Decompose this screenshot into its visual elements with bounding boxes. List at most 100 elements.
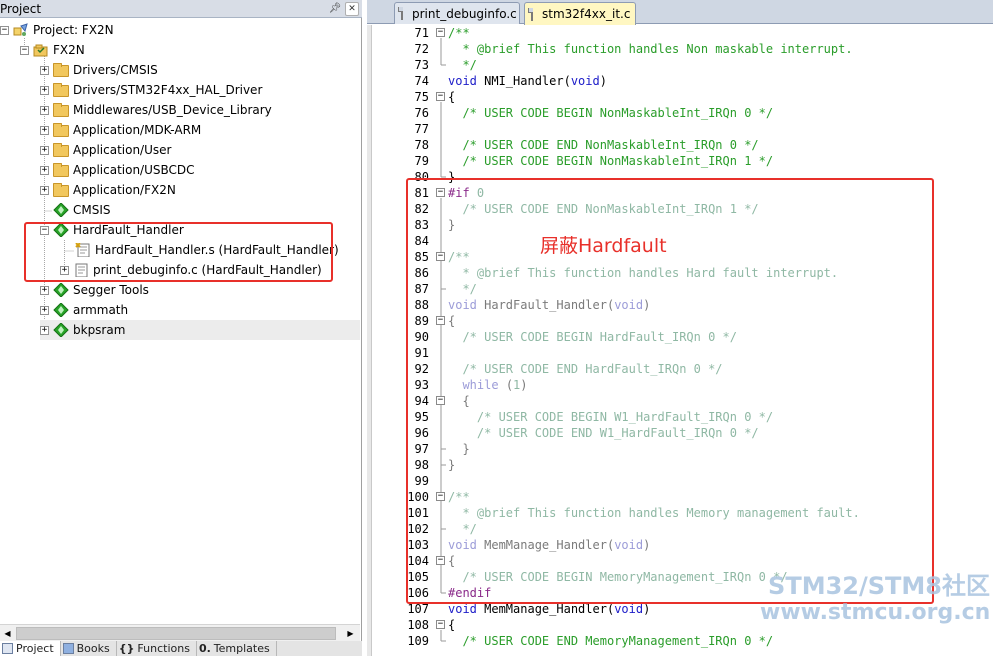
tree-item-label: Project: FX2N xyxy=(33,23,114,37)
code-line[interactable]: 78 /* USER CODE END NonMaskableInt_IRQn … xyxy=(367,137,993,153)
scrollbar-thumb[interactable] xyxy=(16,627,336,640)
horizontal-scrollbar[interactable]: ◀ ▶ xyxy=(0,624,360,641)
pin-icon[interactable]: 📌︎ xyxy=(328,2,342,16)
editor-tab-bar: print_debuginfo.c stm32f4xx_it.c xyxy=(367,0,993,25)
folder-icon xyxy=(53,143,69,157)
tree-item-drivers-hal[interactable]: + Drivers/STM32F4xx_HAL_Driver xyxy=(40,80,262,100)
tab-templates[interactable]: 0. Templates xyxy=(197,641,277,656)
tree-item-target[interactable]: − FX2N xyxy=(20,40,85,60)
tab-project[interactable]: Project xyxy=(0,641,61,656)
tree-item-label: Application/FX2N xyxy=(73,183,176,197)
code-line[interactable]: 72 * @brief This function handles Non ma… xyxy=(367,41,993,57)
line-number: 109 xyxy=(407,634,429,648)
project-icon xyxy=(13,23,29,37)
project-panel: Project 📌︎ ✕ − Project: FX2N − FX2N + Dr… xyxy=(0,0,362,656)
templates-icon: 0. xyxy=(198,642,211,655)
editor-pane: print_debuginfo.c stm32f4xx_it.c 71−/** 7… xyxy=(367,0,993,656)
disabled-code-highlight xyxy=(406,178,934,604)
annotation-text: 屏蔽Hardfault xyxy=(540,235,667,257)
target-icon xyxy=(33,43,49,57)
watermark-url: www.stmcu.org.cn xyxy=(760,600,991,625)
code-line[interactable]: 79 /* USER CODE BEGIN NonMaskableInt_IRQ… xyxy=(367,153,993,169)
tree-item-segger-tools[interactable]: + Segger Tools xyxy=(40,280,149,300)
hardfault-group-highlight xyxy=(24,222,333,282)
code-line[interactable]: 76 /* USER CODE BEGIN NonMaskableInt_IRQ… xyxy=(367,105,993,121)
scroll-right-icon[interactable]: ▶ xyxy=(343,626,358,641)
code-line[interactable]: 71−/** xyxy=(367,25,993,41)
code-editor[interactable]: 71−/** 72 * @brief This function handles … xyxy=(367,25,993,656)
tree-item-application-mdk[interactable]: + Application/MDK-ARM xyxy=(40,120,201,140)
tab-label: Templates xyxy=(213,642,270,655)
code-text: /* USER CODE BEGIN NonMaskableInt_IRQn 0… xyxy=(448,106,774,120)
line-number: 73 xyxy=(414,58,429,72)
code-line[interactable]: 109 /* USER CODE END MemoryManagement_IR… xyxy=(367,633,993,649)
code-line[interactable]: 74 void NMI_Handler(void) xyxy=(367,73,993,89)
line-number: 74 xyxy=(414,74,429,88)
tree-item-application-fx2n[interactable]: + Application/FX2N xyxy=(40,180,176,200)
code-line[interactable]: 77 xyxy=(367,121,993,137)
project-panel-title: Project xyxy=(0,1,42,16)
tree-item-label: Segger Tools xyxy=(73,283,149,297)
expand-icon[interactable]: + xyxy=(40,125,49,135)
tab-print-debuginfo[interactable]: print_debuginfo.c xyxy=(394,2,520,24)
expand-icon[interactable]: + xyxy=(40,285,49,295)
tree-item-label: Application/USBCDC xyxy=(73,163,195,177)
expand-icon[interactable]: + xyxy=(40,65,49,75)
file-icon xyxy=(398,7,403,20)
close-icon[interactable]: ✕ xyxy=(345,1,359,16)
code-text: void NMI_Handler(void) xyxy=(448,74,607,88)
expand-icon[interactable]: + xyxy=(40,325,49,335)
tree-item-cmsis-component[interactable]: CMSIS xyxy=(53,200,111,220)
scroll-left-icon[interactable]: ◀ xyxy=(0,626,15,641)
line-number: 71 xyxy=(414,26,429,40)
expand-icon[interactable]: + xyxy=(40,145,49,155)
collapse-icon[interactable]: − xyxy=(0,25,9,35)
tree-item-application-user[interactable]: + Application/User xyxy=(40,140,171,160)
tree-item-project[interactable]: − Project: FX2N xyxy=(0,20,114,40)
tree-item-label: Drivers/CMSIS xyxy=(73,63,158,77)
folder-icon xyxy=(53,123,69,137)
expand-icon[interactable]: + xyxy=(40,305,49,315)
line-number: 76 xyxy=(414,106,429,120)
line-number: 79 xyxy=(414,154,429,168)
code-text: * @brief This function handles Non maska… xyxy=(448,42,853,56)
tab-label: stm32f4xx_it.c xyxy=(542,7,631,21)
code-text: */ xyxy=(448,58,477,72)
folder-icon xyxy=(53,63,69,77)
expand-icon[interactable]: + xyxy=(40,185,49,195)
expand-icon[interactable]: + xyxy=(40,165,49,175)
project-tab-icon xyxy=(2,643,13,654)
tree-item-armmath[interactable]: + armmath xyxy=(40,300,128,320)
tree-item-drivers-cmsis[interactable]: + Drivers/CMSIS xyxy=(40,60,158,80)
tree-item-label: FX2N xyxy=(53,43,85,57)
functions-icon: {} xyxy=(118,642,135,655)
tree-item-application-usbcdc[interactable]: + Application/USBCDC xyxy=(40,160,195,180)
component-icon xyxy=(53,302,69,318)
books-icon xyxy=(62,643,74,654)
expand-icon[interactable]: + xyxy=(40,85,49,95)
line-number: 77 xyxy=(414,122,429,136)
code-line[interactable]: 73 */ xyxy=(367,57,993,73)
expand-icon[interactable]: + xyxy=(40,105,49,115)
fold-toggle-icon[interactable]: − xyxy=(436,620,445,629)
fold-toggle-icon[interactable]: − xyxy=(436,92,445,101)
folder-icon xyxy=(53,163,69,177)
tab-label: Functions xyxy=(137,642,190,655)
tree-item-label: bkpsram xyxy=(73,323,126,337)
component-icon xyxy=(53,282,69,298)
tree-item-label: Drivers/STM32F4xx_HAL_Driver xyxy=(73,83,263,97)
tree-item-label: armmath xyxy=(73,303,129,317)
tree-item-middlewares-usb[interactable]: + Middlewares/USB_Device_Library xyxy=(40,100,272,120)
collapse-icon[interactable]: − xyxy=(20,45,29,55)
line-number: 108 xyxy=(407,618,429,632)
tab-functions[interactable]: {} Functions xyxy=(117,641,197,656)
tab-books[interactable]: Books xyxy=(61,641,117,656)
tab-label: Books xyxy=(76,642,110,655)
fold-toggle-icon[interactable]: − xyxy=(436,28,445,37)
tab-stm32f4xx-it[interactable]: stm32f4xx_it.c xyxy=(524,2,636,25)
code-text: { xyxy=(448,618,456,632)
tree-item-bkpsram[interactable]: + bkpsram xyxy=(40,320,360,340)
code-line[interactable]: 75−{ xyxy=(367,89,993,105)
tree-item-label: CMSIS xyxy=(73,203,111,217)
component-icon xyxy=(53,322,69,338)
